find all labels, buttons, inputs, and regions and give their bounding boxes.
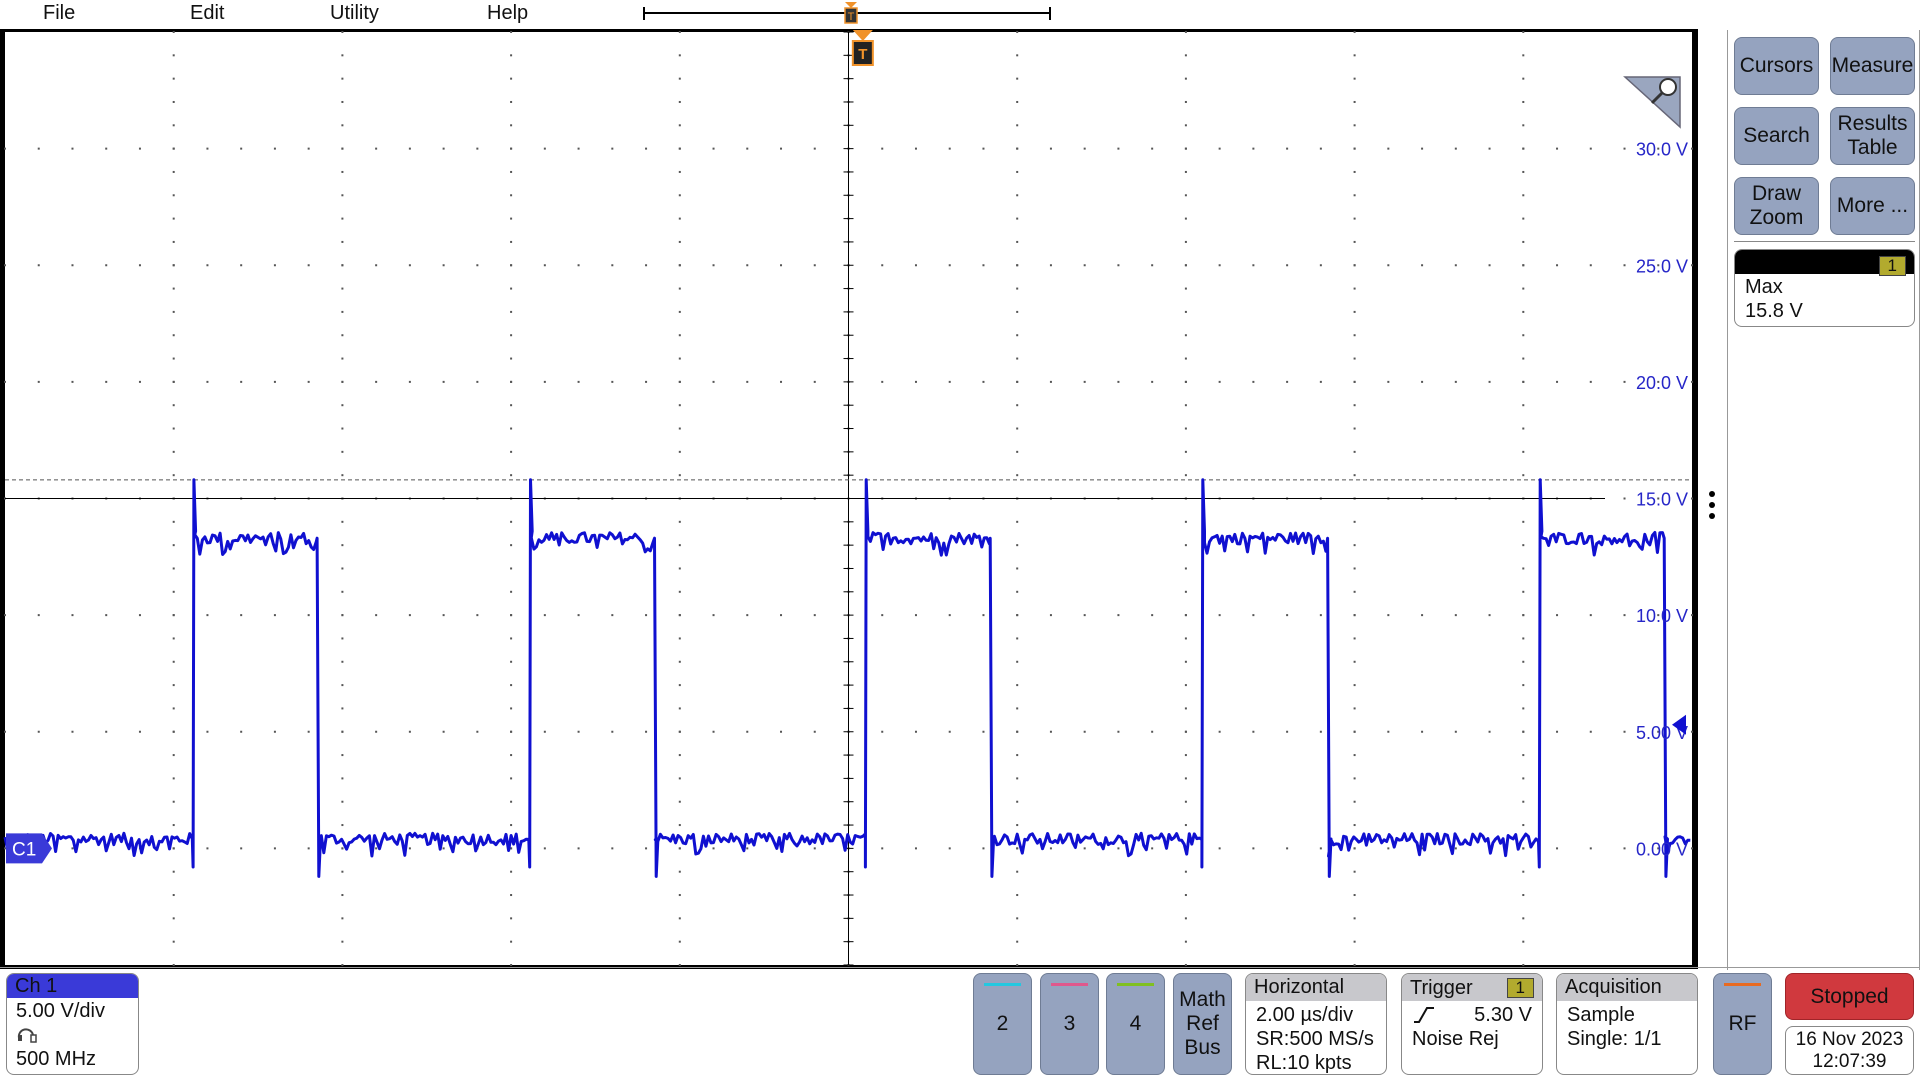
measurement-value: 15.8 V (1745, 300, 1803, 322)
channel-label: 4 (1129, 1012, 1142, 1035)
trigger-level: 5.30 V (1474, 1004, 1532, 1026)
channel-label: 3 (1063, 1012, 1076, 1035)
trigger-position-marker[interactable]: T (844, 2, 858, 24)
y-tick-label: 15.0 V (1636, 490, 1688, 510)
record-length: RL:10 kpts (1256, 1052, 1352, 1074)
channel-1-title: Ch 1 (7, 974, 138, 998)
source-badge: 1 (1878, 256, 1906, 276)
run-stop-status-button[interactable]: Stopped (1785, 973, 1914, 1020)
measure-button[interactable]: Measure (1830, 37, 1915, 95)
channel-2-button[interactable]: 2 (973, 973, 1032, 1075)
probe-icon (16, 1023, 129, 1047)
channel-4-button[interactable]: 4 (1106, 973, 1165, 1075)
channel-color-bar (984, 983, 1021, 986)
cursors-button[interactable]: Cursors (1734, 37, 1819, 95)
acquisition-badge[interactable]: Acquisition Sample Single: 1/1 (1556, 973, 1698, 1075)
measurement-label: Max (1745, 276, 1783, 298)
menu-file[interactable]: File (43, 2, 75, 25)
time: 12:07:39 (1812, 1051, 1887, 1072)
zoom-label: Zoom (1749, 206, 1804, 229)
horizontal-title: Horizontal (1246, 974, 1386, 1001)
status-label: Stopped (1810, 984, 1889, 1008)
rf-button[interactable]: RF (1713, 973, 1772, 1075)
waveform-display[interactable]: 30.0 V25.0 V20.0 V15.0 V10.0 V5.00 V0.00… (0, 29, 1700, 969)
y-tick-label: 0.00 V (1636, 839, 1688, 859)
search-button[interactable]: Search (1734, 107, 1819, 165)
divider (1734, 241, 1915, 242)
trigger-mode: Noise Rej (1412, 1028, 1499, 1050)
cursors-label: Cursors (1739, 54, 1814, 77)
horizontal-badge[interactable]: Horizontal 2.00 µs/div SR:500 MS/s RL:10… (1245, 973, 1387, 1075)
bandwidth-limit: 500 MHz (16, 1048, 97, 1070)
menu-help[interactable]: Help (487, 2, 528, 25)
vertical-scale: 5.00 V/div (16, 1000, 105, 1022)
ref-label: Ref (1186, 1012, 1219, 1035)
draw-zoom-button[interactable]: Draw Zoom (1734, 177, 1819, 235)
y-tick-label: 30.0 V (1636, 140, 1688, 160)
math-label: Math (1179, 988, 1226, 1011)
draw-label: Draw (1751, 182, 1801, 205)
record-timeline[interactable]: T (640, 0, 1060, 30)
channel-1-badge[interactable]: Ch 1 5.00 V/div 500 MHz (6, 973, 139, 1075)
rising-edge-icon (1414, 1007, 1434, 1023)
acquisition-title: Acquisition (1557, 974, 1697, 1001)
y-tick-label: 10.0 V (1636, 606, 1688, 626)
rf-label: RF (1728, 1012, 1757, 1035)
table-label: Table (1847, 136, 1898, 159)
y-tick-label: 20.0 V (1636, 373, 1688, 393)
more-label: More ... (1836, 194, 1909, 217)
trigger-badge[interactable]: Trigger 1 5.30 V Noise Rej (1401, 973, 1543, 1075)
menu-utility[interactable]: Utility (330, 2, 379, 25)
trigger-t-icon: T (858, 46, 867, 63)
menu-edit[interactable]: Edit (190, 2, 224, 25)
sample-rate: SR:500 MS/s (1256, 1028, 1374, 1050)
channel-1-marker-label: C1 (12, 839, 36, 860)
channel-color-bar (1117, 983, 1154, 986)
acquisition-mode: Sample (1567, 1004, 1635, 1026)
date-time-display[interactable]: 16 Nov 2023 12:07:39 (1785, 1026, 1914, 1075)
measurement-badge-max[interactable]: 1 Max 15.8 V (1734, 249, 1915, 327)
right-panel: Cursors Measure Search Results Table Draw… (1727, 30, 1920, 970)
channel-color-bar (1051, 983, 1088, 986)
more-options-icon[interactable] (1706, 490, 1718, 526)
acquisition-count: Single: 1/1 (1567, 1028, 1662, 1050)
more-button[interactable]: More ... (1830, 177, 1915, 235)
search-label: Search (1743, 124, 1810, 147)
y-tick-label: 25.0 V (1636, 256, 1688, 276)
horizontal-scale: 2.00 µs/div (1256, 1004, 1354, 1026)
trigger-title: Trigger (1410, 976, 1473, 999)
results-table-button[interactable]: Results Table (1830, 107, 1915, 165)
rf-color-bar (1724, 983, 1761, 986)
results-label: Results (1837, 112, 1908, 135)
svg-text:T: T (848, 11, 855, 23)
bus-label: Bus (1184, 1036, 1221, 1059)
trigger-source-badge: 1 (1506, 977, 1534, 998)
measure-label: Measure (1831, 54, 1914, 77)
channel-3-button[interactable]: 3 (1040, 973, 1099, 1075)
math-ref-bus-button[interactable]: Math Ref Bus (1173, 973, 1232, 1075)
date: 16 Nov 2023 (1795, 1029, 1904, 1050)
channel-label: 2 (996, 1012, 1009, 1035)
